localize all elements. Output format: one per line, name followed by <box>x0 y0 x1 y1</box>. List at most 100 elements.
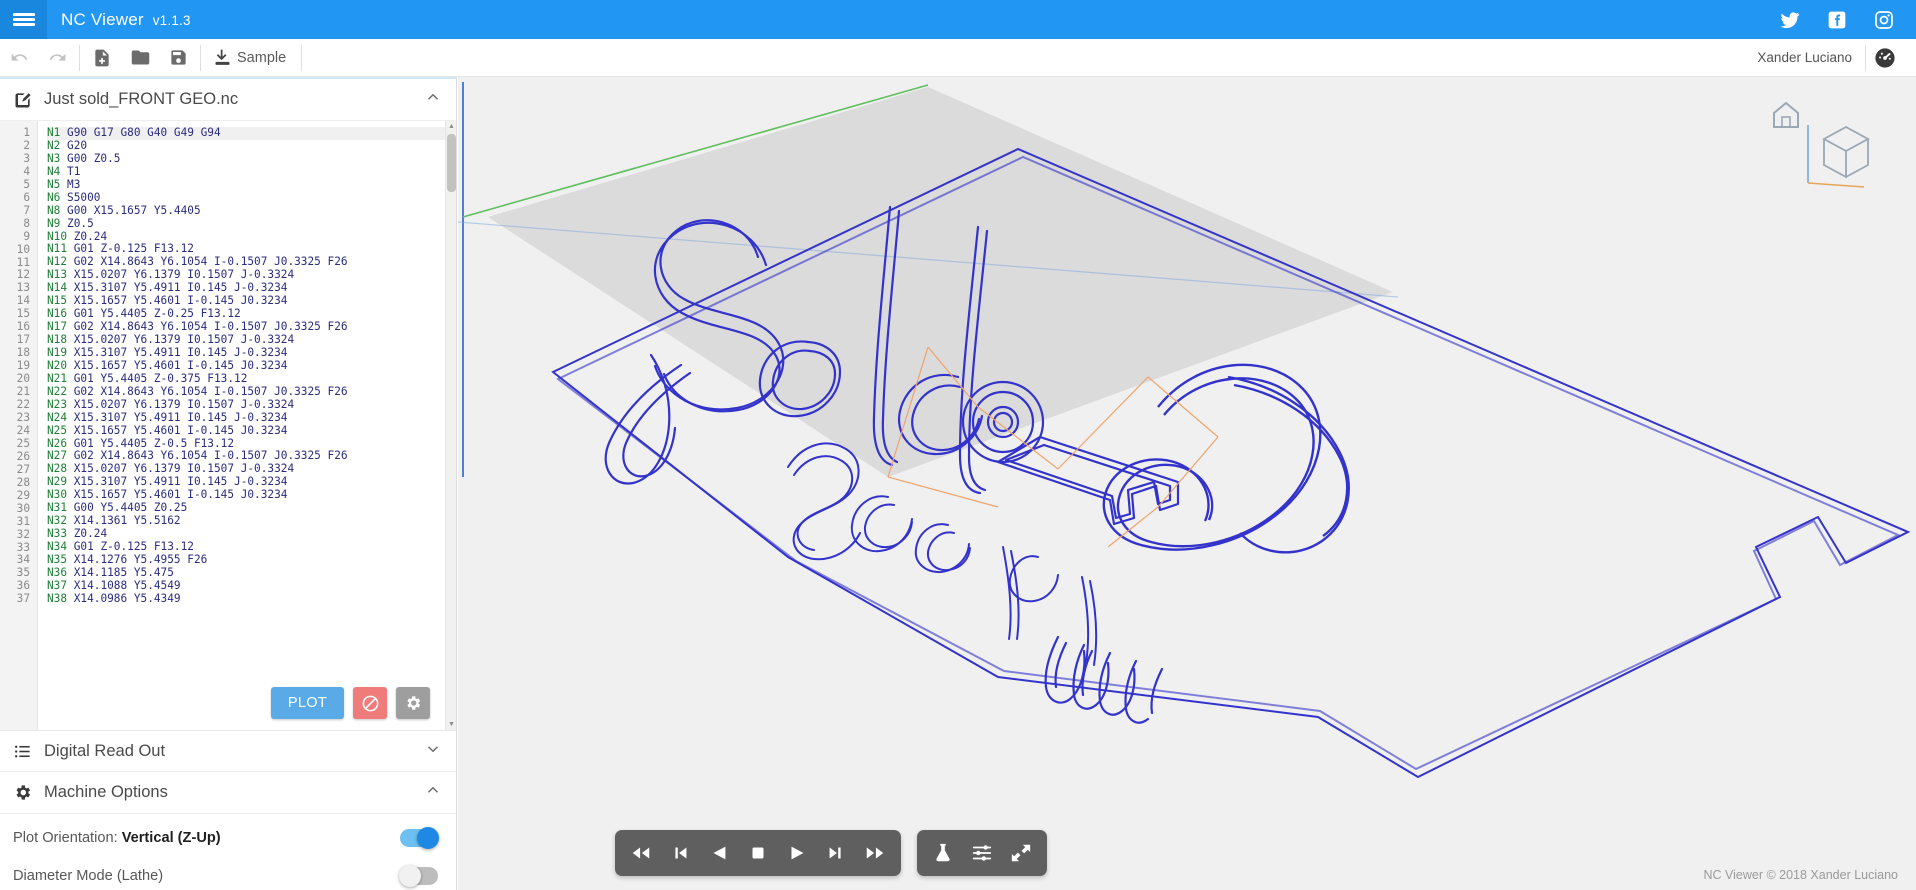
open-file-button[interactable] <box>121 39 159 77</box>
play-button[interactable] <box>780 834 814 872</box>
no-entry-icon <box>362 695 378 711</box>
nc-viewer-app: NC Viewer v1.1.3 Sample Xander Luciano J… <box>0 0 1916 890</box>
gcode-line[interactable]: N37 X14.1088 Y5.4549 <box>47 579 445 593</box>
gcode-line[interactable]: N5 M3 <box>47 178 445 192</box>
scrollbar-thumb[interactable] <box>447 134 456 192</box>
instagram-icon[interactable] <box>1874 10 1894 30</box>
top-app-bar: NC Viewer v1.1.3 <box>0 0 1916 39</box>
app-title: NC Viewer <box>61 9 144 29</box>
gcode-editor[interactable]: 1 2 3 4 5 6 7 8 9 10 11 12 13 14 15 16 17 18 19 20 21 22 23 24 2… <box>0 121 445 730</box>
diameter-mode-row: Diameter Mode (Lathe) <box>0 861 456 890</box>
gcode-line[interactable]: N6 S5000 <box>47 191 445 205</box>
settings-sliders-button[interactable] <box>965 834 999 872</box>
social-links <box>1780 10 1916 30</box>
gcode-line[interactable]: N34 G01 Z-0.125 F13.12 <box>47 540 445 554</box>
plot-button[interactable]: PLOT <box>270 687 344 719</box>
diameter-mode-toggle[interactable] <box>399 864 438 887</box>
play-reverse-button[interactable] <box>702 834 736 872</box>
edit-pencil-icon <box>13 90 35 110</box>
fullscreen-button[interactable] <box>1004 834 1038 872</box>
gcode-text[interactable]: N1 G90 G17 G80 G40 G49 G94 N2 G20 N3 G00 Z… <box>38 121 445 730</box>
scroll-up-icon[interactable]: ▲ <box>446 121 456 132</box>
plot-action-buttons: PLOT <box>270 687 430 719</box>
editor-scrollbar[interactable]: ▲ ▼ <box>445 121 456 730</box>
hamburger-menu-icon[interactable] <box>0 0 47 39</box>
playback-toolbar <box>615 830 1047 876</box>
digital-read-out-header[interactable]: Digital Read Out <box>0 730 456 772</box>
gcode-line[interactable]: N25 X15.1657 Y5.4601 I-0.145 J0.3234 <box>47 424 445 438</box>
machine-options-header[interactable]: Machine Options <box>0 772 456 814</box>
gcode-line[interactable]: N1 G90 G17 G80 G40 G49 G94 <box>47 126 445 140</box>
gear-icon <box>407 696 421 710</box>
gcode-line[interactable]: N9 Z0.5 <box>47 217 445 231</box>
gcode-line[interactable]: N36 X14.1185 Y5.475 <box>47 566 445 580</box>
sample-label: Sample <box>237 49 287 66</box>
home-icon <box>1773 101 1799 128</box>
footer-credit: NC Viewer © 2018 Xander Luciano <box>1703 868 1898 882</box>
dashboard-icon <box>1875 47 1895 68</box>
machine-options-label: Machine Options <box>44 783 168 801</box>
gcode-line[interactable]: N20 X15.1657 Y5.4601 I-0.145 J0.3234 <box>47 359 445 373</box>
gcode-line[interactable]: N3 G00 Z0.5 <box>47 152 445 166</box>
gear-icon <box>13 783 35 802</box>
main-toolbar: Sample Xander Luciano <box>0 39 1916 77</box>
x-axis <box>1807 182 1865 188</box>
gcode-line[interactable]: N23 X15.0207 Y6.1379 I0.1507 J-0.3324 <box>47 398 445 412</box>
view-orientation-cube[interactable] <box>1764 95 1874 195</box>
avatar[interactable] <box>1866 39 1904 77</box>
diameter-mode-label: Diameter Mode (Lathe) <box>13 867 164 884</box>
new-file-button[interactable] <box>83 39 121 77</box>
fast-forward-to-end-button[interactable] <box>858 834 892 872</box>
gcode-editor-panel: 1 2 3 4 5 6 7 8 9 10 11 12 13 14 15 16 17 18 19 20 21 22 23 24 2… <box>0 121 456 730</box>
gcode-line[interactable]: N18 X15.0207 Y6.1379 I0.1507 J-0.3324 <box>47 333 445 347</box>
cube-icon <box>1822 125 1870 179</box>
expand-arrows-icon <box>1011 844 1031 862</box>
stop-button[interactable] <box>741 834 775 872</box>
facebook-icon[interactable] <box>1827 10 1847 30</box>
3d-viewport[interactable]: NC Viewer © 2018 Xander Luciano <box>458 77 1916 890</box>
gcode-line[interactable]: N35 X14.1276 Y5.4955 F26 <box>47 553 445 567</box>
plot-orientation-row: Plot Orientation: Vertical (Z-Up) <box>0 823 456 852</box>
load-sample-button[interactable]: Sample <box>204 39 298 77</box>
scroll-down-icon[interactable]: ▼ <box>446 719 456 730</box>
step-backward-button[interactable] <box>663 834 697 872</box>
history-tool-group <box>0 39 76 76</box>
undo-button[interactable] <box>0 39 38 77</box>
gcode-line[interactable]: N19 X15.3107 Y5.4911 I0.145 J-0.3234 <box>47 346 445 360</box>
chevron-down-icon[interactable] <box>424 740 442 763</box>
redo-button[interactable] <box>38 39 76 77</box>
toolbar-divider <box>301 44 303 71</box>
stop-plot-button[interactable] <box>353 687 387 719</box>
toolbar-divider <box>200 44 201 71</box>
plot-orientation-label: Plot Orientation: Vertical (Z-Up) <box>13 829 221 846</box>
gcode-line[interactable]: N4 T1 <box>47 165 445 179</box>
step-forward-button[interactable] <box>819 834 853 872</box>
user-name-label: Xander Luciano <box>1757 50 1852 65</box>
left-sidebar: Just sold_FRONT GEO.nc 1 2 3 4 5 6 7 8 9 10 11 12 13… <box>0 77 457 890</box>
plot-orientation-toggle[interactable] <box>400 826 439 849</box>
plot-settings-button[interactable] <box>396 687 430 719</box>
list-icon <box>13 742 35 761</box>
view-tool-controls <box>917 830 1047 876</box>
flask-icon <box>936 843 950 862</box>
gcode-line[interactable]: N21 G01 Y5.4405 Z-0.375 F13.12 <box>47 372 445 386</box>
gcode-line[interactable]: N8 G00 X15.1657 Y5.4405 <box>47 204 445 218</box>
chevron-up-icon[interactable] <box>424 781 442 804</box>
file-panel-header[interactable]: Just sold_FRONT GEO.nc <box>0 79 456 121</box>
transport-controls <box>615 830 901 876</box>
simulation-button[interactable] <box>926 834 960 872</box>
file-name-label: Just sold_FRONT GEO.nc <box>44 90 239 108</box>
gcode-line[interactable]: N24 X15.3107 Y5.4911 I0.145 J-0.3234 <box>47 411 445 425</box>
chevron-up-icon[interactable] <box>424 88 442 111</box>
sliders-icon <box>972 845 992 861</box>
gcode-line[interactable]: N2 G20 <box>47 139 445 153</box>
twitter-icon[interactable] <box>1780 10 1800 30</box>
rewind-to-start-button[interactable] <box>624 834 658 872</box>
toolbar-divider <box>79 44 80 71</box>
gcode-line[interactable]: N38 X14.0986 Y5.4349 <box>47 592 445 606</box>
app-brand: NC Viewer v1.1.3 <box>61 10 191 30</box>
toolpath-render <box>458 82 1911 779</box>
gcode-line[interactable]: N22 G02 X14.8643 Y6.1054 I-0.1507 J0.332… <box>47 385 445 399</box>
save-file-button[interactable] <box>159 39 197 77</box>
line-number-gutter: 1 2 3 4 5 6 7 8 9 10 11 12 13 14 15 16 17 18 19 20 21 22 23 24 2… <box>0 121 38 730</box>
